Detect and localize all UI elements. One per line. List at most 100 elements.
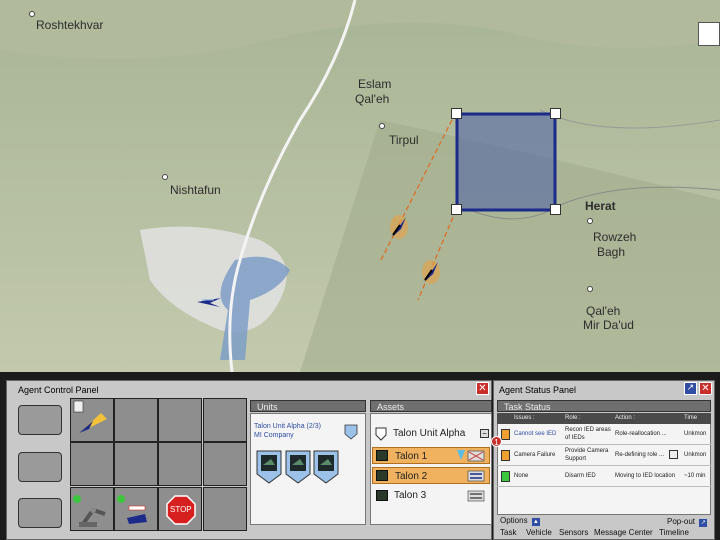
units-header: Units [250,400,366,412]
task-row-1-role: Recon IED areas [565,427,611,433]
control-side-button-3[interactable] [18,498,62,528]
column-action: Action : [615,415,636,421]
uav-marker-2[interactable] [418,258,444,286]
status-panel-popout-button[interactable]: ↗ [684,382,697,395]
control-cell-12[interactable] [203,487,247,531]
task-row-2-time: Unkmon [684,452,707,458]
asset-unit-label[interactable]: Talon Unit Alpha [393,428,465,439]
place-label-rowzeh: Rowzeh [593,230,637,244]
place-dot-qaleh-mir [587,286,593,292]
control-side-button-2[interactable] [18,452,62,482]
control-cell-vehicle[interactable] [114,487,158,531]
task-row-1-issue: Cannot see IED [514,431,557,437]
unit-company: MI Company [254,432,294,439]
tab-timeline[interactable]: Timeline [659,528,689,537]
control-cell-6[interactable] [114,442,158,486]
asset-collapse-button[interactable]: − [480,429,489,438]
task-row-3-action: Moving to IED location [615,473,676,479]
talon-2-status-icon [467,470,485,482]
column-time: Time [684,415,698,421]
place-label-eslam: Eslam [358,77,392,91]
agent-status-panel-title: Agent Status Panel [499,385,577,395]
place-dot-rowzeh [587,218,593,224]
control-cell-7[interactable] [158,442,202,486]
talon-3-thumb-icon [376,490,388,501]
tab-sensors[interactable]: Sensors [559,528,588,537]
task-status-columns: Issues : Role : Action : Time [497,413,711,424]
uav-marker-1[interactable] [386,213,412,241]
task-status-header: Task Status [497,400,711,412]
unit-member-1-icon[interactable] [256,450,282,484]
talon-1-status-icon [457,450,485,462]
task-row-1-action: Role-reallocation ... [615,431,667,437]
options-button[interactable]: Options ▲ [500,516,540,526]
options-label: Options [500,516,528,525]
unit-name[interactable]: Talon Unit Alpha (2/3) [254,423,321,430]
unit-member-3-icon[interactable] [313,450,339,484]
popout-button[interactable]: Pop-out ↗ [667,517,708,527]
uav-marker-3[interactable] [196,295,222,309]
tab-task[interactable]: Task [500,528,516,537]
uav-command-icon [73,400,107,433]
tab-vehicle[interactable]: Vehicle [526,528,552,537]
task-row-2-issue: Camera Failure [514,452,556,458]
selection-handle-bottom-right[interactable] [550,204,561,215]
control-cell-8[interactable] [203,442,247,486]
control-cell-uav[interactable] [70,398,114,442]
task-row-2[interactable]: Camera Failure Provide Camera Support Re… [497,446,711,466]
agent-status-panel-close-button[interactable]: ✕ [699,382,712,395]
asset-unit-shield-icon [375,427,387,441]
task-row-3-time: ~10 min [684,473,706,479]
selection-handle-top-right[interactable] [550,108,561,119]
place-label-tirpul: Tirpul [389,133,419,147]
task-row-3-role: Disarm IED [565,473,596,479]
assets-header: Assets [370,400,492,412]
place-label-roshtekhvar: Roshtekhvar [36,18,104,32]
asset-row-label: Talon 2 [395,471,428,482]
task-row-1-role-2: of IEDs [565,435,585,441]
task-row-3-issue: None [514,473,529,479]
place-dot-roshtekhvar [29,11,35,17]
column-role: Role : [565,415,581,421]
unit-shield-icon[interactable] [344,424,358,440]
control-cell-robot-arm[interactable] [70,487,114,531]
selection-area [455,112,557,212]
selection-handle-top-left[interactable] [451,108,462,119]
control-side-button-1[interactable] [18,405,62,435]
column-issues: Issues : [514,415,535,421]
agent-control-panel-title: Agent Control Panel [18,385,99,395]
popout-arrow-icon: ↗ [699,519,708,527]
agent-control-panel-close-button[interactable]: ✕ [476,382,489,395]
task-row-1-flag-icon [501,429,510,440]
map-view[interactable]: Roshtekhvar Eslam Qal'eh Tirpul Nishtafu… [0,0,720,372]
control-cell-2[interactable] [114,398,158,442]
task-row-2-action: Re-defining role ... [615,452,665,458]
task-row-2-link-icon[interactable] [669,450,678,459]
task-row-2-role: Provide Camera [565,448,609,454]
talon-3-status-icon [467,490,485,502]
place-label-bagh: Bagh [597,245,626,259]
place-label-nishtafun: Nishtafun [170,183,221,197]
asset-row-label: Talon 3 [394,490,427,501]
map-corner-button[interactable] [698,22,720,46]
robot-arm-icon [73,495,106,527]
task-row-1[interactable]: Cannot see IED Recon IED areas of IEDs R… [497,425,711,445]
ground-vehicle-icon [117,495,147,524]
control-cell-4[interactable] [203,398,247,442]
tab-message-center[interactable]: Message Center [594,528,653,537]
selection-handle-bottom-left[interactable] [451,204,462,215]
task-row-3[interactable]: None Disarm IED Moving to IED location ~… [497,467,711,487]
control-cell-stop[interactable]: STOP [158,487,202,531]
place-label-herat: Herat [585,199,616,213]
place-label-eslam-qaleh: Qal'eh [355,92,390,106]
unit-member-2-icon[interactable] [285,450,311,484]
place-label-mir-daud: Mir Da'ud [583,318,634,332]
control-cell-3[interactable] [158,398,202,442]
control-cell-5[interactable] [70,442,114,486]
task-row-2-flag-icon [501,450,510,461]
task-row-2-role-2: Support [565,456,587,462]
popout-label: Pop-out [667,517,696,526]
place-dot-nishtafun [162,174,168,180]
place-dot-eslam [379,123,385,129]
stop-label: STOP [170,505,192,514]
